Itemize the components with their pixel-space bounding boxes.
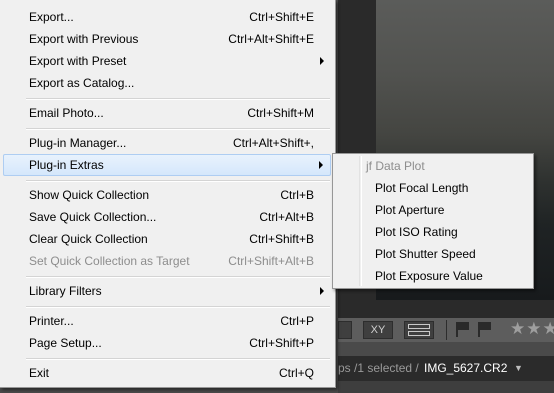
menu-item-set-quick-collection-target: Set Quick Collection as Target Ctrl+Shif… — [3, 250, 331, 272]
submenu-item-plot-iso-rating[interactable]: Plot ISO Rating — [335, 221, 531, 243]
menu-separator — [26, 358, 330, 360]
menu-item-label: Set Quick Collection as Target — [29, 254, 190, 268]
menu-item-shortcut: Ctrl+B — [280, 188, 314, 202]
submenu-item-label: Plot Shutter Speed — [375, 247, 476, 261]
menu-separator — [26, 306, 330, 308]
menu-item-shortcut: Ctrl+Q — [278, 366, 314, 380]
menu-item-label: Export with Preset — [29, 54, 127, 68]
menu-item-label: Show Quick Collection — [29, 188, 150, 202]
filmstrip — [338, 381, 554, 393]
submenu-item-plot-exposure-value[interactable]: Plot Exposure Value — [335, 265, 531, 287]
menu-item-label: Library Filters — [29, 284, 102, 298]
submenu-item-label: Plot ISO Rating — [375, 225, 458, 239]
menu-item-shortcut: Ctrl+Shift+Alt+B — [228, 254, 314, 268]
menu-item-exit[interactable]: Exit Ctrl+Q — [3, 362, 331, 384]
menu-item-shortcut: Ctrl+Alt+Shift+E — [228, 32, 314, 46]
menu-item-library-filters[interactable]: Library Filters — [3, 280, 331, 302]
menu-item-label: Save Quick Collection... — [29, 210, 157, 224]
flag-pick-icon[interactable] — [456, 322, 470, 337]
menu-item-export[interactable]: Export... Ctrl+Shift+E — [3, 6, 331, 28]
star-rating[interactable]: ★★★ — [510, 319, 554, 339]
current-filename[interactable]: IMG_5627.CR2 — [424, 356, 507, 381]
menu-item-export-as-catalog[interactable]: Export as Catalog... — [3, 72, 331, 94]
menu-item-show-quick-collection[interactable]: Show Quick Collection Ctrl+B — [3, 184, 331, 206]
filmstrip-status-bar: ps /1 selected / IMG_5627.CR2 ▼ — [338, 356, 554, 381]
menu-item-clear-quick-collection[interactable]: Clear Quick Collection Ctrl+Shift+B — [3, 228, 331, 250]
menu-item-shortcut: Ctrl+Shift+P — [249, 336, 314, 350]
menu-separator — [26, 98, 330, 100]
menu-item-shortcut: Ctrl+Shift+M — [247, 106, 314, 120]
library-toolbar: XY ★★★ — [338, 318, 554, 342]
submenu-arrow-icon — [319, 161, 323, 169]
menu-separator — [26, 180, 330, 182]
menu-item-label: Export as Catalog... — [29, 76, 135, 90]
menu-item-label: Printer... — [29, 314, 74, 328]
menu-item-email-photo[interactable]: Email Photo... Ctrl+Shift+M — [3, 102, 331, 124]
menu-separator — [26, 128, 330, 130]
filename-dropdown-icon[interactable]: ▼ — [514, 356, 523, 381]
menu-item-label: Plug-in Extras — [29, 158, 104, 172]
selection-path: ps /1 selected / — [338, 361, 419, 375]
menu-item-plugin-manager[interactable]: Plug-in Manager... Ctrl+Alt+Shift+, — [3, 132, 331, 154]
menu-item-plugin-extras[interactable]: Plug-in Extras — [3, 154, 331, 176]
submenu-arrow-icon — [320, 57, 324, 65]
compare-view-button[interactable]: XY — [363, 321, 393, 339]
flag-reject-icon[interactable] — [478, 322, 492, 337]
menu-item-label: Clear Quick Collection — [29, 232, 148, 246]
toolbar-divider — [446, 320, 447, 340]
submenu-item-plot-shutter-speed[interactable]: Plot Shutter Speed — [335, 243, 531, 265]
menu-item-shortcut: Ctrl+Alt+Shift+, — [232, 136, 314, 150]
submenu-header-jf-data-plot: jf Data Plot — [335, 155, 531, 177]
menu-item-label: Email Photo... — [29, 106, 104, 120]
menu-item-label: Exit — [29, 366, 50, 380]
menu-item-page-setup[interactable]: Page Setup... Ctrl+Shift+P — [3, 332, 331, 354]
submenu-item-label: Plot Aperture — [375, 203, 445, 217]
menu-item-export-with-preset[interactable]: Export with Preset — [3, 50, 331, 72]
menu-item-export-with-previous[interactable]: Export with Previous Ctrl+Alt+Shift+E — [3, 28, 331, 50]
menu-item-shortcut: Ctrl+Alt+B — [259, 210, 314, 224]
submenu-item-label: Plot Exposure Value — [375, 269, 483, 283]
menu-item-printer[interactable]: Printer... Ctrl+P — [3, 310, 331, 332]
submenu-header-label: jf Data Plot — [366, 159, 425, 173]
loupe-view-button[interactable] — [338, 321, 352, 339]
menu-item-shortcut: Ctrl+P — [280, 314, 314, 328]
submenu-item-label: Plot Focal Length — [375, 181, 469, 195]
submenu-item-plot-focal-length[interactable]: Plot Focal Length — [335, 177, 531, 199]
menu-separator — [26, 276, 330, 278]
menu-item-save-quick-collection[interactable]: Save Quick Collection... Ctrl+Alt+B — [3, 206, 331, 228]
survey-view-button[interactable] — [404, 321, 434, 339]
menu-item-shortcut: Ctrl+Shift+B — [249, 232, 314, 246]
submenu-arrow-icon — [320, 287, 324, 295]
file-menu: Export... Ctrl+Shift+E Export with Previ… — [0, 0, 336, 388]
plugin-extras-submenu: jf Data Plot Plot Focal Length Plot Aper… — [332, 153, 534, 289]
menu-item-label: Page Setup... — [29, 336, 102, 350]
menu-item-label: Plug-in Manager... — [29, 136, 127, 150]
menu-item-label: Export... — [29, 10, 74, 24]
submenu-item-plot-aperture[interactable]: Plot Aperture — [335, 199, 531, 221]
menu-item-label: Export with Previous — [29, 32, 139, 46]
menu-item-shortcut: Ctrl+Shift+E — [249, 10, 314, 24]
